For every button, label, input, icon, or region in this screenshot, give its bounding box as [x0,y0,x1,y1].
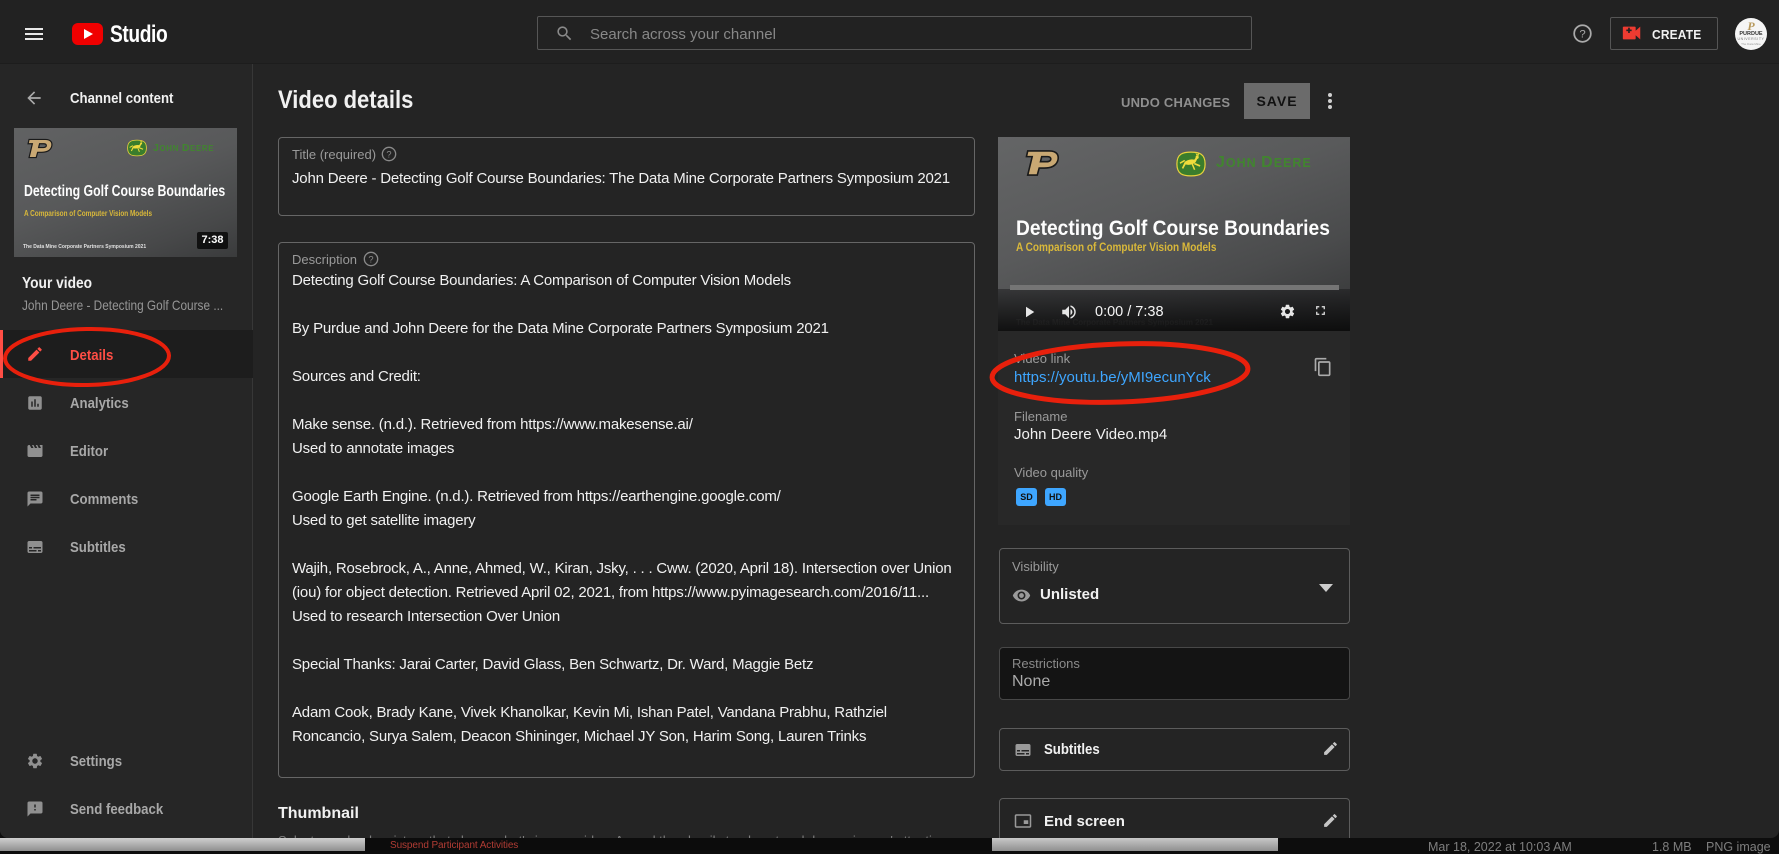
svg-text:?: ? [1579,28,1585,40]
svg-text:?: ? [386,149,391,159]
svg-text:?: ? [368,254,373,264]
